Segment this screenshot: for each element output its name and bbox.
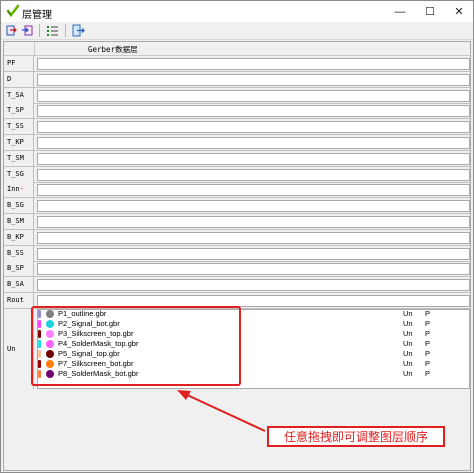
layer-row: T_KP <box>4 135 470 151</box>
row-label: Inn- <box>4 182 34 198</box>
layer-flag: P <box>425 349 431 358</box>
layer-state: Un <box>403 359 413 368</box>
layer-row: B_SA <box>4 277 470 294</box>
layer-drop-cell[interactable] <box>37 263 470 276</box>
layer-drop-cell[interactable] <box>37 279 470 292</box>
row-label: B_SG <box>4 198 34 214</box>
title-bar: 层管理 — ☐ ✕ <box>1 1 473 22</box>
layer-row: B_KP <box>4 229 470 246</box>
row-label-text: T_SS <box>7 122 24 131</box>
annotation-callout: 任意拖拽即可调整图层顺序 <box>267 426 445 447</box>
row-label: T_SP <box>4 103 34 119</box>
toolbar <box>1 22 473 40</box>
highlight-box <box>31 306 241 386</box>
row-label: B_SP <box>4 261 34 277</box>
export-icon[interactable] <box>21 24 34 37</box>
layer-row: B_SG <box>4 198 470 215</box>
layer-flag: P <box>425 369 431 378</box>
checkmark-app-icon <box>6 4 20 18</box>
row-label-text: B_SG <box>7 201 24 210</box>
maximize-button[interactable]: ☐ <box>415 1 445 22</box>
row-label-text: B_SM <box>7 217 24 225</box>
header-divider <box>34 42 35 56</box>
layer-flag: P <box>425 329 431 338</box>
layer-drop-cell[interactable] <box>37 73 470 86</box>
list-icon[interactable] <box>46 24 59 37</box>
row-label-text: B_SA <box>7 280 24 289</box>
layer-state: Un <box>403 369 413 378</box>
row-label-text: T_SG <box>7 169 24 178</box>
layer-row: T_SA <box>4 87 470 104</box>
layer-flag: P <box>425 359 431 368</box>
layer-row: B_SM <box>4 214 470 230</box>
layer-row: T_SM <box>4 150 470 167</box>
row-label: T_SA <box>4 87 34 103</box>
row-label: T_SS <box>4 119 34 135</box>
layer-drop-cell[interactable] <box>37 168 470 181</box>
layer-drop-cell[interactable] <box>37 200 470 213</box>
layer-row: T_SS <box>4 119 470 136</box>
gerber-column-label: Gerber数据层 <box>88 45 138 54</box>
layer-flag: P <box>425 339 431 348</box>
layer-state: Un <box>403 339 413 348</box>
toolbar-separator <box>39 24 40 37</box>
row-label-text: T_SA <box>7 90 24 99</box>
layer-drop-cell[interactable] <box>37 247 470 260</box>
row-label-text: B_SS <box>7 248 24 257</box>
layer-drop-cell[interactable] <box>37 105 470 118</box>
row-label: T_SM <box>4 150 34 166</box>
layer-drop-cell[interactable] <box>37 216 470 228</box>
row-label: Rout <box>4 293 34 308</box>
layer-state: Un <box>403 309 413 318</box>
row-label: Un <box>4 309 34 389</box>
row-label-text: T_KP <box>7 138 24 146</box>
layer-drop-cell[interactable] <box>37 152 470 165</box>
row-label-text: T_SM <box>7 153 24 162</box>
layer-state: Un <box>403 349 413 358</box>
layer-drop-cell[interactable] <box>37 58 470 70</box>
layer-drop-cell[interactable] <box>37 137 470 149</box>
row-label: B_SM <box>4 214 34 229</box>
layer-flag: P <box>425 309 431 318</box>
layer-state: Un <box>403 329 413 338</box>
layer-row: Inn- <box>4 182 470 199</box>
layer-row: D <box>4 71 470 88</box>
row-label-suffix: - <box>19 185 24 194</box>
layer-grid: Gerber数据层 PF D T_SA T_SP T_SS T_KP T_SM T_SG Inn… <box>3 41 471 471</box>
window-title: 层管理 <box>22 10 52 21</box>
layer-row: T_SP <box>4 103 470 120</box>
layer-drop-cell[interactable] <box>37 121 470 134</box>
row-label-text: D <box>7 74 12 83</box>
layer-row: T_SG <box>4 166 470 183</box>
layer-row: B_SS <box>4 245 470 262</box>
row-label-text: B_KP <box>7 232 24 241</box>
minimize-button[interactable]: — <box>385 1 415 22</box>
row-label: PF <box>4 56 34 71</box>
row-label: B_KP <box>4 229 34 245</box>
row-label: D <box>4 71 34 87</box>
layer-row: PF <box>4 56 470 72</box>
row-label-text: B_SP <box>7 264 24 273</box>
layer-flag: P <box>425 319 431 328</box>
close-button[interactable]: ✕ <box>444 1 474 22</box>
row-label: B_SA <box>4 277 34 293</box>
row-label-text: T_SP <box>7 106 24 115</box>
layer-manager-window: 层管理 — ☐ ✕ Gerber数据层 PF D T_SA T_SP T_SS … <box>0 0 474 473</box>
row-label: T_KP <box>4 135 34 150</box>
layer-drop-cell[interactable] <box>37 231 470 244</box>
layer-drop-cell[interactable] <box>37 184 470 197</box>
row-label-text: Rout <box>7 296 24 304</box>
column-header: Gerber数据层 <box>4 42 470 56</box>
layer-row: B_SP <box>4 261 470 278</box>
row-label-text: PF <box>7 59 16 67</box>
layer-state: Un <box>403 319 413 328</box>
row-label: T_SG <box>4 166 34 182</box>
toolbar-separator <box>65 24 66 37</box>
row-label: B_SS <box>4 245 34 261</box>
import-icon[interactable] <box>5 24 18 37</box>
exit-icon[interactable] <box>72 24 85 37</box>
row-label-text: Inn <box>7 185 20 194</box>
layer-drop-cell[interactable] <box>37 89 470 102</box>
